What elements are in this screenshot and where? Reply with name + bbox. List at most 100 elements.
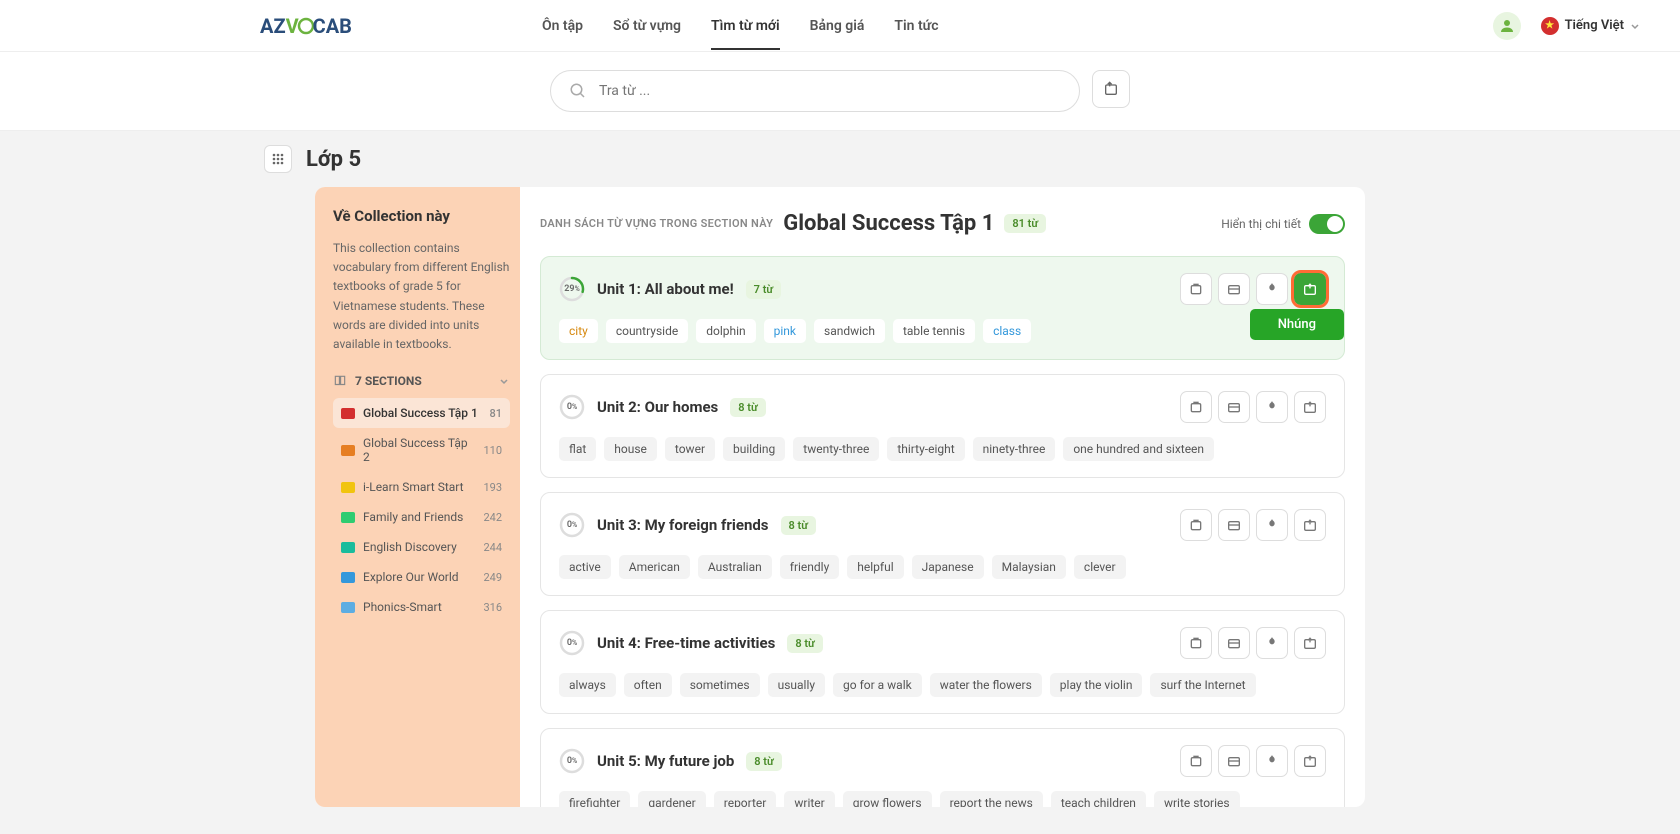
word-tag[interactable]: helpful <box>847 555 903 579</box>
word-tag[interactable]: often <box>624 673 672 697</box>
fire-button[interactable] <box>1256 627 1288 659</box>
nav-item[interactable]: Tìm từ mới <box>711 2 780 50</box>
unit-title[interactable]: Unit 5: My future job <box>597 752 734 770</box>
sidebar-item[interactable]: Phonics-Smart316 <box>333 592 510 622</box>
word-tag[interactable]: Japanese <box>912 555 984 579</box>
archive-button[interactable] <box>1180 745 1212 777</box>
word-tag[interactable]: clever <box>1074 555 1126 579</box>
embed-button[interactable] <box>1294 391 1326 423</box>
word-tag[interactable]: table tennis <box>893 319 975 343</box>
word-tag[interactable]: active <box>559 555 611 579</box>
archive-button[interactable] <box>1180 509 1212 541</box>
cards-button[interactable] <box>1218 273 1250 305</box>
sidebar-item[interactable]: Global Success Tập 2110 <box>333 428 510 472</box>
embed-button[interactable] <box>1294 745 1326 777</box>
cards-button[interactable] <box>1218 745 1250 777</box>
section-count: 244 <box>483 541 502 554</box>
unit-count-badge: 8 từ <box>730 398 765 417</box>
folder-icon <box>341 445 355 456</box>
word-tag[interactable]: write stories <box>1154 791 1240 807</box>
sections-list: Global Success Tập 181Global Success Tập… <box>333 398 510 622</box>
unit-head: 0% Unit 5: My future job 8 từ <box>559 745 1326 777</box>
archive-icon <box>1188 753 1204 769</box>
grid-button[interactable] <box>264 145 292 173</box>
unit-title[interactable]: Unit 2: Our homes <box>597 398 718 416</box>
expand-button[interactable] <box>1092 70 1130 108</box>
word-tag[interactable]: countryside <box>606 319 688 343</box>
word-tag[interactable]: house <box>604 437 657 461</box>
unit-head: 0% Unit 4: Free-time activities 8 từ <box>559 627 1326 659</box>
section-name: Global Success Tập 1 <box>363 406 478 420</box>
word-tag[interactable]: play the violin <box>1050 673 1143 697</box>
word-tag[interactable]: friendly <box>780 555 840 579</box>
logo[interactable]: AZVCAB <box>260 14 352 38</box>
archive-button[interactable] <box>1180 627 1212 659</box>
fire-button[interactable] <box>1256 509 1288 541</box>
word-tag[interactable]: Australian <box>698 555 772 579</box>
nav-item[interactable]: Sổ từ vựng <box>613 2 681 50</box>
word-tag[interactable]: sandwich <box>814 319 885 343</box>
archive-button[interactable] <box>1180 273 1212 305</box>
word-tag[interactable]: surf the Internet <box>1150 673 1255 697</box>
embed-button[interactable] <box>1294 273 1326 305</box>
word-tag[interactable]: writer <box>784 791 834 807</box>
fire-button[interactable] <box>1256 273 1288 305</box>
avatar[interactable] <box>1493 12 1521 40</box>
word-tag[interactable]: building <box>723 437 785 461</box>
nav-item[interactable]: Tin tức <box>894 2 938 50</box>
language-selector[interactable]: ★ Tiếng Việt <box>1541 17 1640 35</box>
word-tag[interactable]: pink <box>764 319 806 343</box>
word-tag[interactable]: American <box>619 555 690 579</box>
sidebar-item[interactable]: English Discovery244 <box>333 532 510 562</box>
cards-button[interactable] <box>1218 627 1250 659</box>
embed-button[interactable] <box>1294 627 1326 659</box>
nav-item[interactable]: Bảng giá <box>810 2 865 50</box>
word-tag[interactable]: reporter <box>714 791 777 807</box>
tags-row: flat house tower building twenty-three thirty… <box>559 437 1326 461</box>
word-tag[interactable]: flat <box>559 437 596 461</box>
cards-button[interactable] <box>1218 509 1250 541</box>
word-tag[interactable]: water the flowers <box>930 673 1042 697</box>
word-tag[interactable]: Malaysian <box>992 555 1066 579</box>
detail-toggle[interactable] <box>1309 214 1345 234</box>
word-tag[interactable]: go for a walk <box>833 673 922 697</box>
word-tag[interactable]: sometimes <box>680 673 760 697</box>
word-tag[interactable]: usually <box>768 673 825 697</box>
nav-item[interactable]: Ôn tập <box>542 2 583 50</box>
sidebar-item[interactable]: Global Success Tập 181 <box>333 398 510 428</box>
word-tag[interactable]: tower <box>665 437 715 461</box>
sidebar-item[interactable]: Family and Friends242 <box>333 502 510 532</box>
sidebar-item[interactable]: Explore Our World249 <box>333 562 510 592</box>
word-tag[interactable]: teach children <box>1051 791 1146 807</box>
word-tag[interactable]: class <box>983 319 1031 343</box>
fire-icon <box>1264 753 1280 769</box>
cards-button[interactable] <box>1218 391 1250 423</box>
word-tag[interactable]: firefighter <box>559 791 630 807</box>
fire-button[interactable] <box>1256 745 1288 777</box>
embed-icon <box>1302 753 1318 769</box>
sidebar-item[interactable]: i-Learn Smart Start193 <box>333 472 510 502</box>
embed-button[interactable] <box>1294 509 1326 541</box>
word-tag[interactable]: grow flowers <box>843 791 932 807</box>
fire-icon <box>1264 517 1280 533</box>
word-tag[interactable]: twenty-three <box>793 437 879 461</box>
embed-icon <box>1302 281 1318 297</box>
search-input[interactable] <box>599 83 1061 99</box>
unit-title[interactable]: Unit 4: Free-time activities <box>597 634 775 652</box>
word-tag[interactable]: ninety-three <box>973 437 1056 461</box>
word-tag[interactable]: gardener <box>638 791 705 807</box>
word-tag[interactable]: one hundred and sixteen <box>1063 437 1214 461</box>
toggle-label: Hiển thị chi tiết <box>1221 217 1301 231</box>
unit-title[interactable]: Unit 1: All about me! <box>597 280 734 298</box>
fire-button[interactable] <box>1256 391 1288 423</box>
word-tag[interactable]: city <box>559 319 598 343</box>
word-tag[interactable]: dolphin <box>696 319 755 343</box>
search-box[interactable] <box>550 70 1080 112</box>
archive-button[interactable] <box>1180 391 1212 423</box>
word-tag[interactable]: report the news <box>940 791 1043 807</box>
unit-title[interactable]: Unit 3: My foreign friends <box>597 516 769 534</box>
sidebar: Về Collection này This collection contai… <box>315 187 520 807</box>
word-tag[interactable]: always <box>559 673 616 697</box>
word-tag[interactable]: thirty-eight <box>887 437 964 461</box>
sections-toggle[interactable]: 7 SECTIONS <box>333 374 510 388</box>
